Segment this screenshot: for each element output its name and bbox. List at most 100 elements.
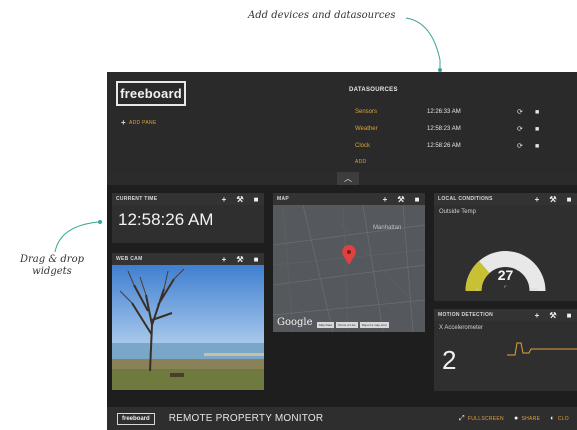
map-place-label: Manhattan: [373, 225, 402, 231]
gauge-min: 0: [476, 287, 479, 292]
map-footer-item[interactable]: Report a map error: [359, 322, 390, 328]
arrow-to-widgets: [54, 221, 99, 253]
trash-icon[interactable]: ■: [565, 311, 573, 320]
add-pane-button[interactable]: + ADD PANE: [121, 118, 157, 127]
sparkline-line: [507, 342, 577, 356]
webcam-dock: [204, 353, 264, 356]
gauge-value: 27: [497, 267, 514, 283]
refresh-icon[interactable]: ⟳: [517, 142, 535, 150]
trash-icon[interactable]: ■: [535, 126, 553, 133]
plus-icon[interactable]: +: [381, 195, 389, 204]
datasource-name[interactable]: Weather: [355, 126, 427, 132]
add-pane-label: ADD PANE: [128, 119, 157, 126]
map-pin-dot: [347, 250, 351, 254]
footer-logo: freeboard: [117, 412, 155, 425]
annotation-drag-drop-line1: Drag & drop: [19, 254, 85, 265]
wrench-icon[interactable]: ⚒: [236, 195, 244, 204]
map-road: [273, 205, 425, 332]
plus-icon[interactable]: +: [220, 195, 228, 204]
map-footer: Map Data Terms of Use Report a map error: [317, 322, 390, 328]
webcam-scene: [112, 265, 264, 390]
gauge-unit: F: [504, 284, 507, 289]
wrench-icon[interactable]: ⚒: [397, 195, 405, 204]
wrench-icon[interactable]: ⚒: [549, 195, 557, 204]
map-view[interactable]: Manhattan Google Map Data Terms of Use R…: [273, 205, 425, 332]
clone-label: CLO: [557, 415, 569, 422]
trash-icon[interactable]: ■: [252, 255, 260, 264]
pane-header: CURRENT TIME + ⚒ ■: [112, 193, 264, 205]
map-footer-item[interactable]: Map Data: [317, 322, 335, 328]
trash-icon[interactable]: ■: [535, 109, 553, 116]
share-label: SHARE: [521, 415, 541, 422]
webcam-sky: [112, 265, 264, 345]
current-time-value: 12:58:26 AM: [118, 210, 214, 229]
arrow-to-datasources: [405, 17, 441, 70]
header: freeboard + ADD PANE DATASOURCES Sensors…: [107, 72, 577, 172]
refresh-icon[interactable]: ⟳: [517, 125, 535, 133]
datasource-time: 12:58:26 AM: [427, 143, 461, 149]
pane-local-conditions[interactable]: LOCAL CONDITIONS + ⚒ ■ Outside Temp 27 F…: [434, 193, 577, 301]
datasource-row: Sensors 12:26:33 AM ⟳ ■: [355, 107, 553, 117]
gauge-max: 100: [530, 287, 537, 292]
fullscreen-button[interactable]: ⤢ FULLSCREEN: [459, 415, 504, 423]
trash-icon[interactable]: ■: [565, 195, 573, 204]
datasources-title: DATASOURCES: [349, 87, 398, 93]
add-datasource-button[interactable]: ADD: [355, 159, 366, 165]
pane-tools: + ⚒ ■: [220, 195, 260, 204]
clone-button[interactable]: ◐ CLO: [550, 415, 569, 422]
plus-icon[interactable]: +: [533, 195, 541, 204]
pane-header: MOTION DETECTION + ⚒ ■: [434, 309, 577, 321]
pane-title: MAP: [277, 196, 290, 202]
pane-header: MAP + ⚒ ■: [273, 193, 425, 205]
trash-icon[interactable]: ■: [252, 195, 260, 204]
map-footer-item[interactable]: Terms of Use: [336, 322, 358, 328]
chevron-up-icon: ︿: [344, 174, 352, 183]
pane-tools: + ⚒ ■: [533, 311, 573, 320]
plus-icon: +: [121, 118, 126, 127]
motion-sparkline: [507, 342, 577, 356]
annotation-add-datasources: Add devices and datasources: [248, 10, 396, 21]
annotation-drag-drop-line2: widgets: [32, 266, 72, 277]
pane-header: LOCAL CONDITIONS + ⚒ ■: [434, 193, 577, 205]
annotation-drag-drop: Drag & drop widgets: [12, 254, 92, 278]
map-pin: [342, 245, 356, 265]
webcam-image: [112, 265, 264, 390]
pane-title: CURRENT TIME: [116, 196, 158, 202]
collapse-header-button[interactable]: ︿: [337, 172, 359, 185]
google-logo: Google: [277, 317, 313, 328]
clone-icon: ◐: [550, 415, 555, 422]
gauge-label: Outside Temp: [439, 209, 476, 215]
pane-tools: + ⚒ ■: [381, 195, 421, 204]
refresh-icon[interactable]: ⟳: [517, 108, 535, 116]
pane-map[interactable]: MAP + ⚒ ■ Manhattan Google Map Data Term…: [273, 193, 425, 332]
plus-icon[interactable]: +: [533, 311, 541, 320]
pane-motion-detection[interactable]: MOTION DETECTION + ⚒ ■ X Accelerometer 2: [434, 309, 577, 391]
dashboard-board: CURRENT TIME + ⚒ ■ 12:58:26 AM WEB CAM +…: [107, 185, 577, 407]
user-icon: ●: [513, 415, 519, 422]
datasource-row: Clock 12:58:26 AM ⟳ ■: [355, 141, 553, 151]
webcam-grass: [112, 369, 264, 390]
dashboard-title: REMOTE PROPERTY MONITOR: [168, 413, 324, 424]
pane-tools: + ⚒ ■: [533, 195, 573, 204]
webcam-water: [112, 343, 264, 361]
arrow-to-widgets-dot: [98, 220, 102, 224]
webcam-bench: [170, 373, 184, 377]
pane-web-cam[interactable]: WEB CAM + ⚒ ■: [112, 253, 264, 390]
pane-current-time[interactable]: CURRENT TIME + ⚒ ■ 12:58:26 AM: [112, 193, 264, 243]
fullscreen-label: FULLSCREEN: [467, 415, 504, 422]
share-button[interactable]: ● SHARE: [514, 415, 540, 422]
datasource-name[interactable]: Sensors: [355, 109, 427, 115]
pane-tools: + ⚒ ■: [220, 255, 260, 264]
plus-icon[interactable]: +: [220, 255, 228, 264]
trash-icon[interactable]: ■: [535, 143, 553, 150]
wrench-icon[interactable]: ⚒: [549, 311, 557, 320]
footer-actions: ⤢ FULLSCREEN ● SHARE ◐ CLO: [459, 407, 569, 430]
datasource-row: Weather 12:58:23 AM ⟳ ■: [355, 124, 553, 134]
trash-icon[interactable]: ■: [413, 195, 421, 204]
motion-value: 2: [442, 345, 457, 375]
freeboard-app: freeboard + ADD PANE DATASOURCES Sensors…: [107, 72, 577, 430]
footer: freeboard REMOTE PROPERTY MONITOR ⤢ FULL…: [107, 407, 577, 430]
datasource-name[interactable]: Clock: [355, 143, 427, 149]
sparkline-label: X Accelerometer: [439, 325, 484, 331]
wrench-icon[interactable]: ⚒: [236, 255, 244, 264]
